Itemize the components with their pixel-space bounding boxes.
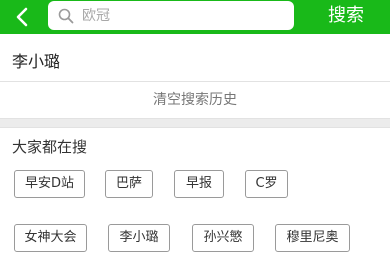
chevron-left-icon bbox=[16, 7, 28, 27]
hot-searches-panel: 大家都在搜 早安D站 巴萨 早报 C罗 女神大会 李小璐 孙兴慜 穆里尼奥 bbox=[0, 128, 390, 260]
top-bar: 搜索 bbox=[0, 0, 390, 34]
hot-tag[interactable]: 女神大会 bbox=[14, 224, 87, 252]
hot-tag[interactable]: 早安D站 bbox=[14, 170, 85, 198]
search-box[interactable] bbox=[48, 1, 294, 30]
history-item-label: 李小璐 bbox=[12, 52, 61, 71]
hot-searches-title: 大家都在搜 bbox=[12, 138, 88, 156]
hot-tag[interactable]: C罗 bbox=[245, 170, 288, 198]
section-divider bbox=[0, 118, 390, 128]
hot-tag[interactable]: 孙兴慜 bbox=[192, 224, 254, 252]
hot-tag[interactable]: 李小璐 bbox=[108, 224, 170, 252]
clear-history-button[interactable]: 清空搜索历史 bbox=[0, 82, 390, 118]
search-icon bbox=[58, 8, 74, 24]
hot-tag[interactable]: 穆里尼奥 bbox=[275, 224, 350, 252]
search-button[interactable]: 搜索 bbox=[314, 2, 378, 30]
hot-tag[interactable]: 巴萨 bbox=[105, 170, 153, 198]
search-input[interactable] bbox=[82, 4, 282, 27]
history-item[interactable]: 李小璐 bbox=[0, 34, 390, 82]
back-button[interactable] bbox=[4, 0, 40, 34]
hot-tag[interactable]: 早报 bbox=[174, 170, 224, 198]
